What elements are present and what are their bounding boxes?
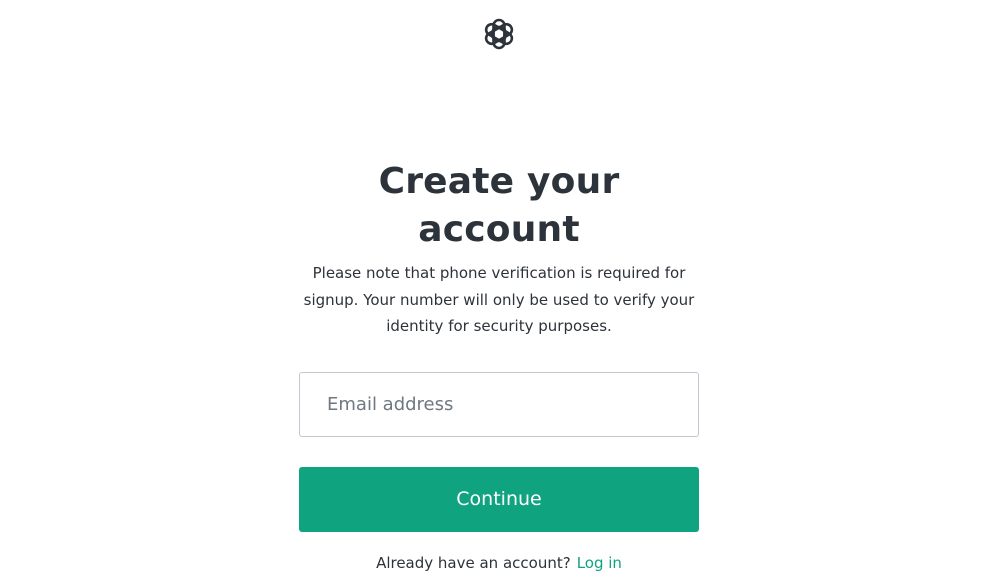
email-field[interactable] (299, 371, 699, 437)
phone-verification-note: Please note that phone verification is r… (303, 264, 695, 335)
signup-panel: Create your account Please note that pho… (299, 158, 699, 572)
login-link[interactable]: Log in (577, 554, 622, 572)
continue-button[interactable]: Continue (299, 466, 699, 532)
openai-logo-icon (479, 14, 519, 54)
login-prompt-row: Already have an account? Log in (299, 554, 699, 572)
login-prompt-text: Already have an account? (376, 553, 571, 572)
page-title: Create your account (378, 161, 620, 250)
